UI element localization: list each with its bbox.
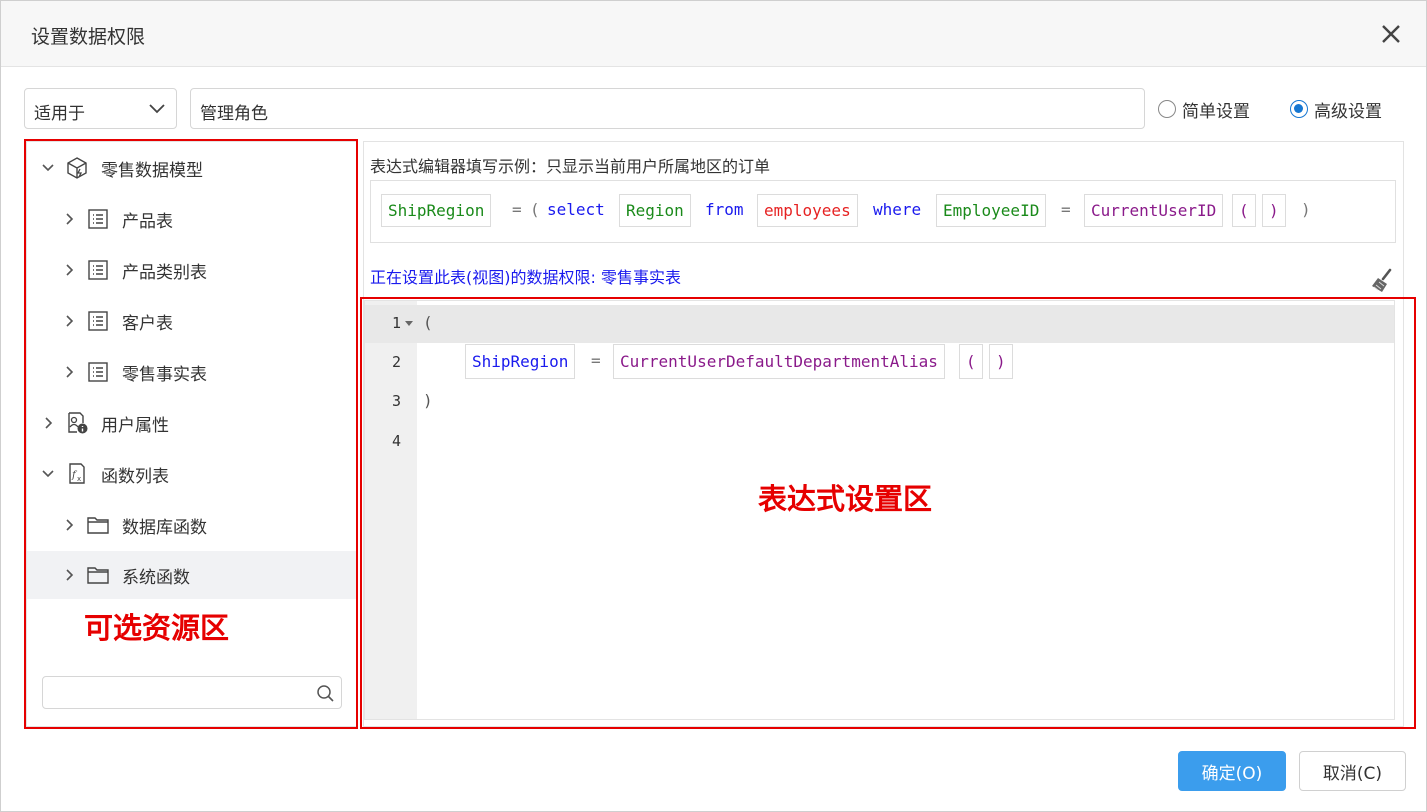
function-icon: f x [69,463,85,484]
code-token-paren: ) [989,344,1013,379]
chevron-right-icon[interactable] [62,568,76,582]
tree-item-label: 零售数据模型 [101,160,203,181]
dialog-titlebar: 设置数据权限 [1,1,1426,67]
user-attribute-icon [68,412,88,434]
resource-area-annotation: 可选资源区 [84,611,230,645]
chevron-down-icon [149,104,165,114]
example-token: where [873,200,922,219]
line-number: 4 [391,432,401,450]
radio-circle-selected [1290,100,1308,118]
advanced-mode-label: 高级设置 [1314,101,1382,122]
role-value: 管理角色 [200,104,268,124]
dialog-title: 设置数据权限 [31,26,146,48]
expression-area-annotation: 表达式设置区 [758,482,933,516]
line-number: 2 [391,353,401,371]
simple-mode-radio[interactable]: 简单设置 [1158,98,1250,122]
svg-text:x: x [77,475,81,483]
search-icon[interactable] [316,684,334,702]
line-number: 3 [391,392,401,410]
tree-item-label: 用户属性 [101,415,169,436]
chevron-right-icon[interactable] [62,212,76,226]
apply-to-value: 适用于 [34,104,85,124]
active-line-highlight [365,305,1394,343]
code-token-paren: ( [959,344,983,379]
tree-item-label: 产品表 [122,211,173,232]
radio-circle [1158,100,1176,118]
advanced-mode-radio[interactable]: 高级设置 [1290,98,1382,122]
tree-item-system-functions[interactable]: 系统函数 [27,551,356,599]
tree-item-user-attributes[interactable]: 用户属性 [27,399,356,447]
example-token: ( [1232,194,1256,227]
folder-icon [87,567,109,584]
close-icon[interactable] [1378,21,1404,47]
tree-item-label: 数据库函数 [122,517,207,538]
apply-to-select[interactable]: 适用于 [24,88,177,129]
chevron-down-icon[interactable] [41,161,55,175]
code-token-field: ShipRegion [465,344,576,379]
example-token: Region [619,194,691,227]
table-icon [88,311,108,331]
example-expression: ShipRegion = ( select Region from employ… [370,180,1396,243]
tree-item-label: 客户表 [122,313,173,334]
chevron-right-icon[interactable] [62,314,76,328]
tree-item-customer-table[interactable]: 客户表 [27,297,356,345]
tree-item-label: 系统函数 [122,567,190,588]
tree-item-product-table[interactable]: 产品表 [27,195,356,243]
table-icon [88,260,108,280]
chevron-down-icon[interactable] [41,467,55,481]
tree-item-label: 函数列表 [101,466,169,487]
tree-item-retail-fact-table[interactable]: 零售事实表 [27,348,356,396]
code-line-1: ( [423,313,433,332]
tree-item-label: 零售事实表 [122,364,207,385]
cancel-button[interactable]: 取消(C) [1299,751,1406,791]
example-token: ) [1262,194,1286,227]
code-token-operator: = [591,351,601,370]
example-token: = [1061,200,1071,219]
clear-broom-icon[interactable] [1369,268,1395,296]
simple-mode-label: 简单设置 [1182,101,1250,122]
fold-arrow-icon[interactable] [405,321,413,326]
example-hint: 表达式编辑器填写示例：只显示当前用户所属地区的订单 [370,157,771,176]
current-table-label: 正在设置此表(视图)的数据权限: 零售事实表 [370,268,681,287]
ok-button[interactable]: 确定(O) [1178,751,1286,791]
cube-icon [67,157,87,179]
code-line-3: ) [423,391,433,410]
table-icon [88,362,108,382]
chevron-right-icon[interactable] [62,263,76,277]
tree-item-function-list[interactable]: f x 函数列表 [27,450,356,498]
example-token: ShipRegion [381,194,492,227]
table-icon [88,209,108,229]
tree-search-input[interactable] [42,676,342,709]
chevron-right-icon[interactable] [62,365,76,379]
folder-icon [87,517,109,534]
example-token: EmployeeID [936,194,1047,227]
tree-item-category-table[interactable]: 产品类别表 [27,246,356,294]
role-field[interactable]: 管理角色 [190,88,1145,129]
example-token: CurrentUserID [1084,194,1224,227]
example-token: employees [757,194,858,227]
example-token: select [547,200,605,219]
example-token: from [705,200,744,219]
tree-item-label: 产品类别表 [122,262,207,283]
tree-item-retail-model[interactable]: 零售数据模型 [27,144,356,192]
data-permission-dialog: 设置数据权限 适用于 管理角色 简单设置 高级设置 零售数据模型 产品表 产品类… [0,0,1427,812]
chevron-right-icon[interactable] [62,518,76,532]
example-token: ) [1301,200,1311,219]
line-number: 1 [391,314,401,332]
chevron-right-icon[interactable] [41,416,55,430]
tree-item-database-functions[interactable]: 数据库函数 [27,501,356,549]
expression-panel: 表达式编辑器填写示例：只显示当前用户所属地区的订单 ShipRegion = (… [363,141,1404,727]
code-token-function: CurrentUserDefaultDepartmentAlias [613,344,945,379]
